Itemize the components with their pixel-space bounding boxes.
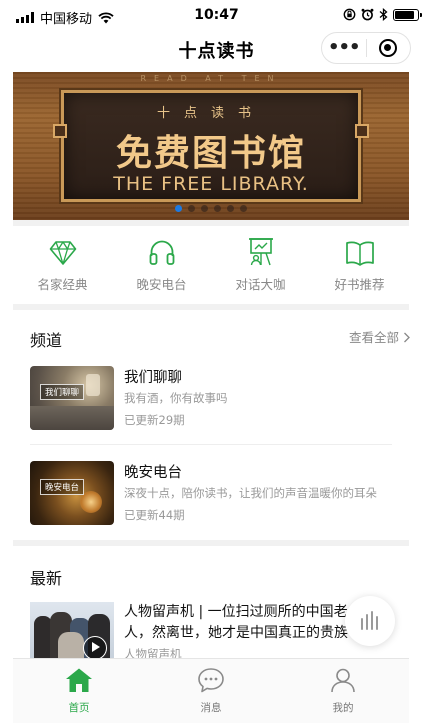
chevron-right-icon bbox=[404, 332, 410, 343]
channel-title: 我们聊聊 bbox=[124, 370, 182, 386]
carousel-indicator bbox=[13, 205, 409, 212]
latest-section-title: 最新 bbox=[30, 569, 63, 588]
article-thumbnail bbox=[30, 602, 114, 662]
lock-rotation-icon bbox=[343, 8, 356, 21]
tab-label: 首页 bbox=[68, 702, 90, 714]
carousel-dot bbox=[201, 205, 208, 212]
thumbnail-tag: 晚安电台 bbox=[40, 479, 85, 495]
quick-nav-label: 好书推荐 bbox=[334, 277, 385, 292]
profile-icon bbox=[331, 668, 355, 693]
quick-nav-talks[interactable]: 对话大咖 bbox=[211, 232, 310, 302]
quick-nav-night-radio[interactable]: 晚安电台 bbox=[112, 232, 211, 302]
navigation-bar: 十点读书 ••• bbox=[0, 32, 433, 68]
section-gap bbox=[13, 304, 409, 310]
carousel-dot bbox=[188, 205, 195, 212]
section-gap bbox=[13, 220, 409, 226]
quick-nav-label: 晚安电台 bbox=[136, 277, 187, 292]
tab-bar: 首页 消息 我的 bbox=[13, 658, 409, 723]
banner-main-text: 免费图书馆 bbox=[115, 133, 306, 174]
channel-section-title: 频道 bbox=[30, 331, 63, 350]
banner-carousel[interactable]: READ AT TEN 十点读书 免费图书馆 THE FREE LIBRARY. bbox=[13, 72, 409, 220]
carousel-dot-active bbox=[175, 205, 182, 212]
open-book-icon bbox=[345, 241, 374, 266]
banner-english-text: THE FREE LIBRARY. bbox=[113, 173, 309, 195]
alarm-icon bbox=[361, 8, 374, 21]
carousel-dot bbox=[214, 205, 221, 212]
audio-player-button[interactable] bbox=[345, 596, 395, 646]
miniprogram-capsule: ••• bbox=[321, 32, 411, 64]
channel-update-count: 已更新29期 bbox=[124, 413, 185, 427]
tab-messages[interactable]: 消息 bbox=[145, 659, 277, 723]
quick-nav-book-picks[interactable]: 好书推荐 bbox=[310, 232, 409, 302]
app-screen: 中国移动 10:47 十点读书 ••• READ AT TEN 十点读书 免费图… bbox=[0, 0, 433, 723]
battery-icon bbox=[393, 8, 422, 21]
play-icon[interactable] bbox=[83, 636, 107, 660]
headphones-icon bbox=[149, 240, 174, 265]
section-gap bbox=[13, 540, 409, 546]
more-menu-button[interactable]: ••• bbox=[322, 35, 366, 61]
quick-nav-label: 对话大咖 bbox=[235, 277, 286, 292]
tab-label: 我的 bbox=[332, 702, 354, 714]
channel-card[interactable]: 晚安电台 晚安电台 深夜十点，陪你读书，让我们的声音温暖你的耳朵 已更新44期 bbox=[30, 461, 392, 529]
diamond-icon bbox=[49, 241, 76, 265]
tab-home[interactable]: 首页 bbox=[13, 659, 145, 723]
channel-description: 我有酒，你有故事吗 bbox=[124, 391, 228, 405]
status-bar: 中国移动 10:47 bbox=[0, 0, 433, 32]
home-icon bbox=[66, 668, 92, 692]
channel-description: 深夜十点，陪你读书，让我们的声音温暖你的耳朵 bbox=[124, 486, 377, 500]
channel-thumbnail: 晚安电台 bbox=[30, 461, 114, 525]
tab-label: 消息 bbox=[200, 702, 222, 714]
message-icon bbox=[198, 668, 224, 693]
channel-thumbnail: 我们聊聊 bbox=[30, 366, 114, 430]
banner-top-text: READ AT TEN bbox=[140, 74, 282, 83]
channel-card[interactable]: 我们聊聊 我们聊聊 我有酒，你有故事吗 已更新29期 bbox=[30, 366, 392, 434]
article-title: 人物留声机 | 一位扫过厕所的中国老人，然离世，她才是中国真正的贵族 bbox=[124, 604, 348, 641]
quick-nav: 名家经典 晚安电台 对话大咖 好书推荐 bbox=[13, 232, 409, 302]
presentation-board-icon bbox=[248, 238, 273, 266]
channel-title: 晚安电台 bbox=[124, 465, 182, 481]
list-divider bbox=[30, 444, 392, 445]
audio-bars-icon bbox=[361, 611, 378, 630]
see-all-label: 查看全部 bbox=[349, 330, 400, 345]
see-all-link[interactable]: 查看全部 bbox=[349, 327, 411, 346]
bluetooth-icon bbox=[379, 8, 388, 21]
target-icon bbox=[379, 39, 398, 57]
close-miniprogram-button[interactable] bbox=[367, 39, 411, 57]
banner-subtitle: 十点读书 bbox=[156, 106, 265, 121]
carousel-dot bbox=[227, 205, 234, 212]
thumbnail-tag: 我们聊聊 bbox=[40, 384, 85, 400]
tab-profile[interactable]: 我的 bbox=[277, 659, 409, 723]
quick-nav-classics[interactable]: 名家经典 bbox=[13, 232, 112, 302]
carousel-dot bbox=[240, 205, 247, 212]
status-right bbox=[343, 8, 422, 21]
latest-article-card[interactable]: 人物留声机 | 一位扫过厕所的中国老人，然离世，她才是中国真正的贵族 人物留声机 bbox=[30, 602, 392, 662]
quick-nav-label: 名家经典 bbox=[37, 277, 88, 292]
channel-update-count: 已更新44期 bbox=[124, 508, 185, 522]
